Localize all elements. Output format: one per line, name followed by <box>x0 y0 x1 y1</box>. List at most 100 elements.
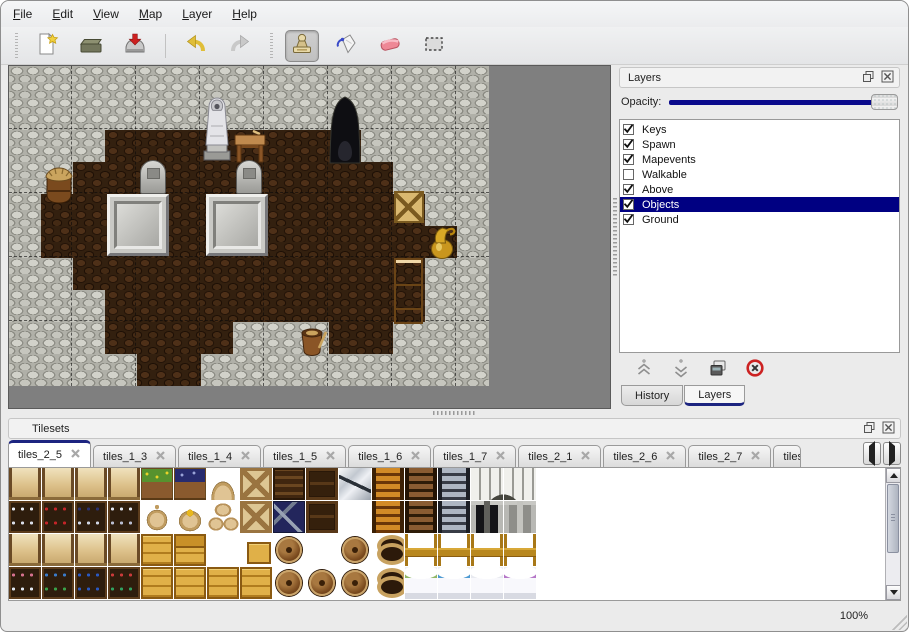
tileset-tile[interactable] <box>75 534 107 566</box>
stamp-tool-button[interactable] <box>285 30 319 62</box>
layer-checkbox[interactable] <box>623 139 634 150</box>
tileset-tab-tiles_1_5[interactable]: tiles_1_5 <box>263 445 346 467</box>
layers-dock-float-button[interactable] <box>861 71 875 85</box>
tileset-tile[interactable] <box>438 567 470 599</box>
tileset-tab-tiles_2_6[interactable]: tiles_2_6 <box>603 445 686 467</box>
scrollbar-thumb[interactable] <box>887 484 899 553</box>
tileset-tile[interactable] <box>339 534 371 566</box>
toolbar-grip[interactable] <box>268 33 274 59</box>
layer-row-above[interactable]: Above <box>620 182 899 197</box>
tilesets-dock-float-button[interactable] <box>862 422 876 436</box>
tileset-tile[interactable] <box>471 468 503 500</box>
tileset-tile[interactable] <box>306 501 338 533</box>
tileset-tile[interactable] <box>405 468 437 500</box>
tileset-tile[interactable] <box>9 501 41 533</box>
tileset-tile[interactable] <box>207 468 239 500</box>
tileset-tile[interactable] <box>273 501 305 533</box>
tab-close-button[interactable] <box>580 450 591 464</box>
tileset-tile[interactable] <box>141 567 173 599</box>
tileset-tile[interactable] <box>273 468 305 500</box>
tileset-tile[interactable] <box>306 567 338 599</box>
tileset-tile[interactable] <box>9 468 41 500</box>
tileset-tile[interactable] <box>141 534 173 566</box>
tileset-view[interactable] <box>8 467 901 601</box>
layer-row-mapevents[interactable]: Mapevents <box>620 152 899 167</box>
tileset-tab-tiles_1_7[interactable]: tiles_1_7 <box>433 445 516 467</box>
tileset-tab-tiles_2_1[interactable]: tiles_2_1 <box>518 445 601 467</box>
tileset-tile[interactable] <box>108 501 140 533</box>
tileset-tile[interactable] <box>108 534 140 566</box>
tileset-tile[interactable] <box>306 468 338 500</box>
layer-checkbox[interactable] <box>623 199 634 210</box>
layer-row-objects[interactable]: Objects <box>620 197 899 212</box>
tileset-tile[interactable] <box>504 501 536 533</box>
open-button[interactable] <box>74 30 108 62</box>
tileset-tab-tiles_1_4[interactable]: tiles_1_4 <box>178 445 261 467</box>
undo-button[interactable] <box>179 30 213 62</box>
tileset-tile[interactable] <box>438 534 470 566</box>
tileset-tile[interactable] <box>240 534 272 566</box>
tab-close-button[interactable] <box>495 450 506 464</box>
tab-history[interactable]: History <box>621 385 683 406</box>
tileset-tile[interactable] <box>504 468 536 500</box>
tileset-tile[interactable] <box>339 501 371 533</box>
layer-checkbox[interactable] <box>623 124 634 135</box>
scroll-tabs-left-button[interactable] <box>863 442 881 465</box>
tileset-tile[interactable] <box>141 468 173 500</box>
tileset-tile[interactable] <box>372 534 404 566</box>
tileset-tile[interactable] <box>240 501 272 533</box>
tileset-tile[interactable] <box>471 501 503 533</box>
layer-row-keys[interactable]: Keys <box>620 122 899 137</box>
tileset-tile[interactable] <box>75 501 107 533</box>
tileset-tile[interactable] <box>174 534 206 566</box>
tileset-tile[interactable] <box>240 567 272 599</box>
layer-checkbox[interactable] <box>623 154 634 165</box>
tileset-tile[interactable] <box>108 567 140 599</box>
tileset-tab-tiles_1_3[interactable]: tiles_1_3 <box>93 445 176 467</box>
fill-tool-button[interactable] <box>329 30 363 62</box>
tileset-tile[interactable] <box>240 468 272 500</box>
delete-layer-button[interactable] <box>744 358 766 380</box>
tileset-tile[interactable] <box>339 468 371 500</box>
tileset-tile[interactable] <box>42 468 74 500</box>
tileset-tile[interactable] <box>405 501 437 533</box>
tileset-tile[interactable] <box>306 534 338 566</box>
layer-row-ground[interactable]: Ground <box>620 212 899 227</box>
eraser-tool-button[interactable] <box>373 30 407 62</box>
tab-close-button[interactable] <box>410 450 421 464</box>
tileset-tile[interactable] <box>108 468 140 500</box>
tileset-tile[interactable] <box>372 567 404 599</box>
tileset-tile[interactable] <box>9 534 41 566</box>
menu-view[interactable]: View <box>91 5 121 23</box>
tileset-tile[interactable] <box>42 501 74 533</box>
toolbar-grip[interactable] <box>13 33 19 59</box>
layer-row-spawn[interactable]: Spawn <box>620 137 899 152</box>
tileset-tile[interactable] <box>339 567 371 599</box>
menu-file[interactable]: File <box>11 5 34 23</box>
tileset-tab-tiles[interactable]: tiles_ <box>773 445 801 467</box>
tileset-tile[interactable] <box>207 534 239 566</box>
layer-checkbox[interactable] <box>623 169 634 180</box>
tileset-tile[interactable] <box>42 534 74 566</box>
lower-layer-button[interactable] <box>670 358 692 380</box>
tileset-tab-tiles_1_6[interactable]: tiles_1_6 <box>348 445 431 467</box>
raise-layer-button[interactable] <box>633 358 655 380</box>
map-view[interactable] <box>8 65 611 409</box>
redo-button[interactable] <box>223 30 257 62</box>
tileset-tile[interactable] <box>438 468 470 500</box>
tab-close-button[interactable] <box>750 450 761 464</box>
layers-dock-close-button[interactable] <box>880 71 894 85</box>
tileset-tile[interactable] <box>504 567 536 599</box>
scrollbar-down-button[interactable] <box>886 585 901 600</box>
tileset-tile[interactable] <box>174 468 206 500</box>
tileset-tile[interactable] <box>207 567 239 599</box>
tilesets-dock-close-button[interactable] <box>881 422 895 436</box>
save-button[interactable] <box>118 30 152 62</box>
duplicate-layer-button[interactable] <box>707 358 729 380</box>
tileset-tile[interactable] <box>273 534 305 566</box>
vertical-splitter[interactable] <box>611 65 619 409</box>
tileset-tile[interactable] <box>471 567 503 599</box>
scroll-tabs-right-button[interactable] <box>883 442 901 465</box>
opacity-slider[interactable] <box>669 94 898 110</box>
horizontal-splitter[interactable] <box>1 409 908 416</box>
